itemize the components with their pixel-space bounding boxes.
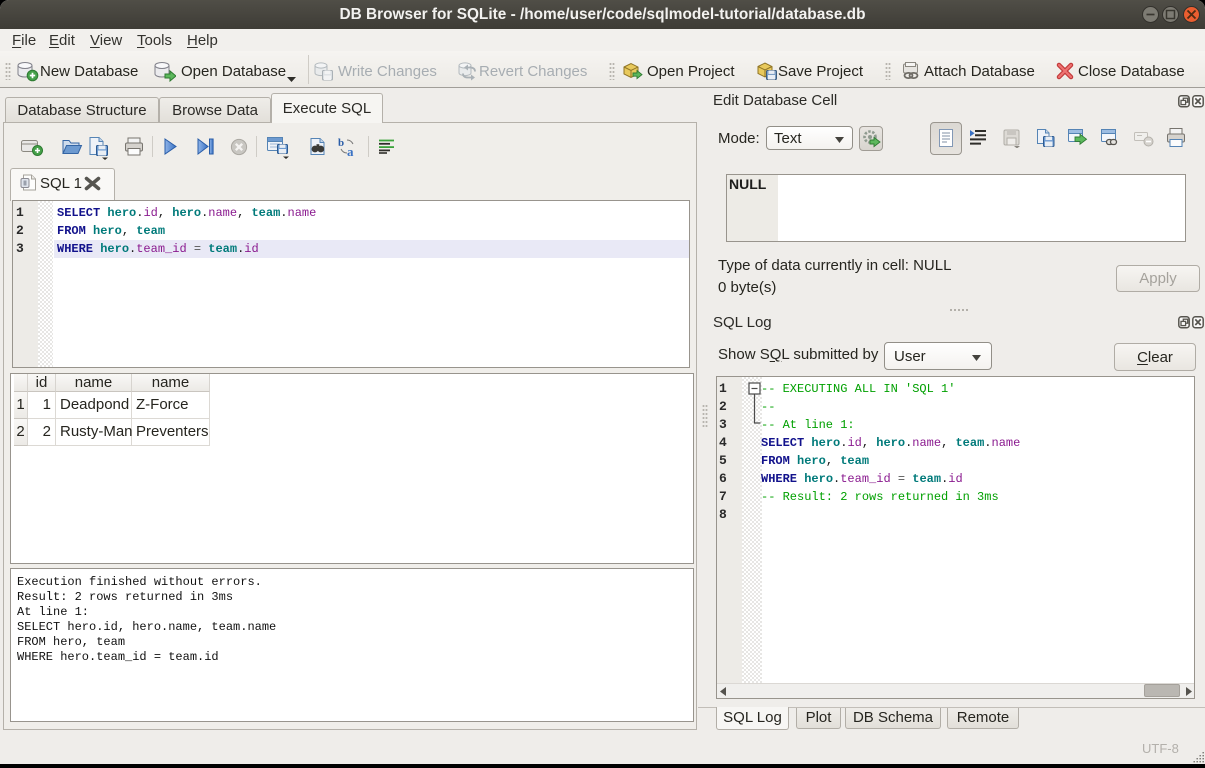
svg-text:b: b	[338, 137, 344, 149]
svg-text:a: a	[347, 144, 354, 158]
